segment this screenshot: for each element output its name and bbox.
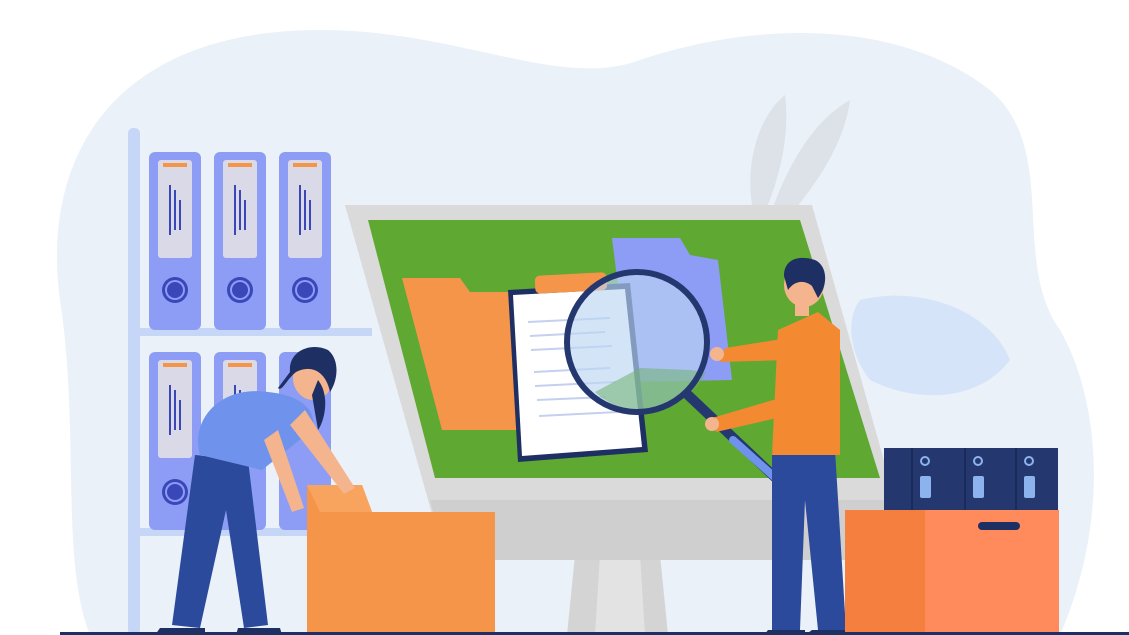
file-search-illustration (57, 30, 1129, 635)
binder-icon (149, 152, 201, 330)
storage-box-icon (845, 510, 1059, 635)
binder-icon (279, 152, 331, 330)
binder-row-top (149, 152, 331, 330)
binder-row-right (884, 448, 1058, 512)
binder-icon (214, 152, 266, 330)
illustration-stage (0, 0, 1129, 635)
